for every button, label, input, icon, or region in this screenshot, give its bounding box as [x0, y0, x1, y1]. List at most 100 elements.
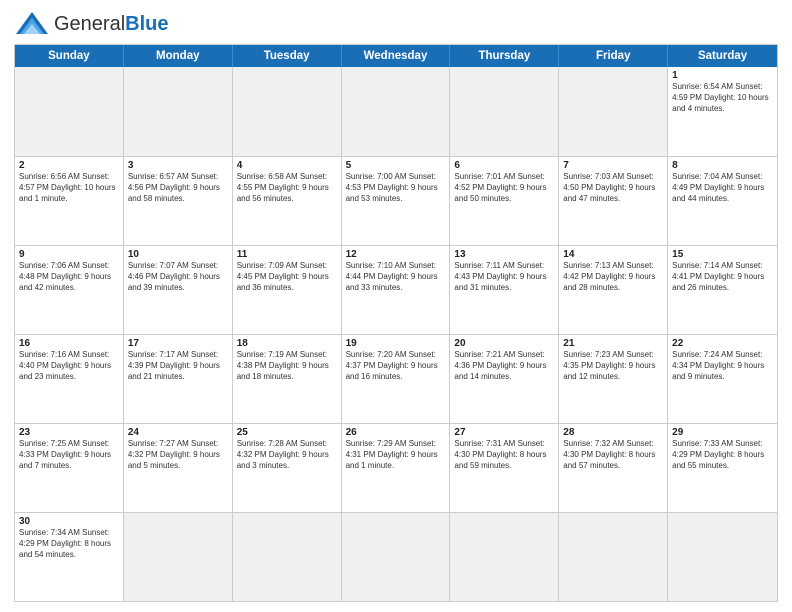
cell-info: Sunrise: 6:54 AM Sunset: 4:59 PM Dayligh… [672, 82, 773, 114]
calendar-body: 1Sunrise: 6:54 AM Sunset: 4:59 PM Daylig… [15, 67, 777, 601]
cell-info: Sunrise: 7:29 AM Sunset: 4:31 PM Dayligh… [346, 439, 446, 471]
calendar-cell: 20Sunrise: 7:21 AM Sunset: 4:36 PM Dayli… [450, 335, 559, 423]
calendar-cell [668, 513, 777, 601]
calendar-cell [233, 67, 342, 156]
calendar-cell: 9Sunrise: 7:06 AM Sunset: 4:48 PM Daylig… [15, 246, 124, 334]
page: GeneralBlue SundayMondayTuesdayWednesday… [0, 0, 792, 612]
calendar-cell: 28Sunrise: 7:32 AM Sunset: 4:30 PM Dayli… [559, 424, 668, 512]
cell-info: Sunrise: 7:25 AM Sunset: 4:33 PM Dayligh… [19, 439, 119, 471]
calendar-cell: 29Sunrise: 7:33 AM Sunset: 4:29 PM Dayli… [668, 424, 777, 512]
cell-info: Sunrise: 7:27 AM Sunset: 4:32 PM Dayligh… [128, 439, 228, 471]
calendar-cell: 27Sunrise: 7:31 AM Sunset: 4:30 PM Dayli… [450, 424, 559, 512]
cell-info: Sunrise: 6:57 AM Sunset: 4:56 PM Dayligh… [128, 172, 228, 204]
calendar-cell [342, 67, 451, 156]
day-number: 14 [563, 249, 663, 260]
day-number: 3 [128, 160, 228, 171]
cell-info: Sunrise: 7:32 AM Sunset: 4:30 PM Dayligh… [563, 439, 663, 471]
calendar-cell: 1Sunrise: 6:54 AM Sunset: 4:59 PM Daylig… [668, 67, 777, 156]
calendar-cell [342, 513, 451, 601]
cell-info: Sunrise: 7:24 AM Sunset: 4:34 PM Dayligh… [672, 350, 773, 382]
cell-info: Sunrise: 7:21 AM Sunset: 4:36 PM Dayligh… [454, 350, 554, 382]
cell-info: Sunrise: 7:17 AM Sunset: 4:39 PM Dayligh… [128, 350, 228, 382]
day-number: 16 [19, 338, 119, 349]
calendar-cell: 16Sunrise: 7:16 AM Sunset: 4:40 PM Dayli… [15, 335, 124, 423]
logo: GeneralBlue [14, 10, 169, 38]
cell-info: Sunrise: 7:16 AM Sunset: 4:40 PM Dayligh… [19, 350, 119, 382]
day-number: 28 [563, 427, 663, 438]
calendar-cell: 2Sunrise: 6:56 AM Sunset: 4:57 PM Daylig… [15, 157, 124, 245]
day-number: 11 [237, 249, 337, 260]
calendar-cell [450, 67, 559, 156]
day-number: 4 [237, 160, 337, 171]
day-number: 26 [346, 427, 446, 438]
calendar-cell: 8Sunrise: 7:04 AM Sunset: 4:49 PM Daylig… [668, 157, 777, 245]
calendar-cell: 25Sunrise: 7:28 AM Sunset: 4:32 PM Dayli… [233, 424, 342, 512]
cell-info: Sunrise: 7:14 AM Sunset: 4:41 PM Dayligh… [672, 261, 773, 293]
cell-info: Sunrise: 7:09 AM Sunset: 4:45 PM Dayligh… [237, 261, 337, 293]
day-number: 15 [672, 249, 773, 260]
calendar-cell [450, 513, 559, 601]
calendar-cell [124, 513, 233, 601]
cell-info: Sunrise: 7:00 AM Sunset: 4:53 PM Dayligh… [346, 172, 446, 204]
day-number: 24 [128, 427, 228, 438]
calendar-row: 23Sunrise: 7:25 AM Sunset: 4:33 PM Dayli… [15, 423, 777, 512]
calendar-cell: 11Sunrise: 7:09 AM Sunset: 4:45 PM Dayli… [233, 246, 342, 334]
header-cell-tuesday: Tuesday [233, 45, 342, 67]
calendar-cell: 18Sunrise: 7:19 AM Sunset: 4:38 PM Dayli… [233, 335, 342, 423]
calendar-cell: 10Sunrise: 7:07 AM Sunset: 4:46 PM Dayli… [124, 246, 233, 334]
calendar-cell: 13Sunrise: 7:11 AM Sunset: 4:43 PM Dayli… [450, 246, 559, 334]
day-number: 5 [346, 160, 446, 171]
calendar-cell: 24Sunrise: 7:27 AM Sunset: 4:32 PM Dayli… [124, 424, 233, 512]
day-number: 29 [672, 427, 773, 438]
calendar-cell: 3Sunrise: 6:57 AM Sunset: 4:56 PM Daylig… [124, 157, 233, 245]
day-number: 13 [454, 249, 554, 260]
calendar-cell: 19Sunrise: 7:20 AM Sunset: 4:37 PM Dayli… [342, 335, 451, 423]
calendar-row: 1Sunrise: 6:54 AM Sunset: 4:59 PM Daylig… [15, 67, 777, 156]
day-number: 21 [563, 338, 663, 349]
calendar-cell: 26Sunrise: 7:29 AM Sunset: 4:31 PM Dayli… [342, 424, 451, 512]
cell-info: Sunrise: 7:31 AM Sunset: 4:30 PM Dayligh… [454, 439, 554, 471]
day-number: 30 [19, 516, 119, 527]
cell-info: Sunrise: 7:28 AM Sunset: 4:32 PM Dayligh… [237, 439, 337, 471]
calendar-cell: 22Sunrise: 7:24 AM Sunset: 4:34 PM Dayli… [668, 335, 777, 423]
calendar-cell: 5Sunrise: 7:00 AM Sunset: 4:53 PM Daylig… [342, 157, 451, 245]
header-cell-monday: Monday [124, 45, 233, 67]
calendar-cell: 6Sunrise: 7:01 AM Sunset: 4:52 PM Daylig… [450, 157, 559, 245]
calendar-cell: 23Sunrise: 7:25 AM Sunset: 4:33 PM Dayli… [15, 424, 124, 512]
calendar-row: 30Sunrise: 7:34 AM Sunset: 4:29 PM Dayli… [15, 512, 777, 601]
cell-info: Sunrise: 7:04 AM Sunset: 4:49 PM Dayligh… [672, 172, 773, 204]
calendar: SundayMondayTuesdayWednesdayThursdayFrid… [14, 44, 778, 602]
day-number: 19 [346, 338, 446, 349]
header-cell-wednesday: Wednesday [342, 45, 451, 67]
day-number: 7 [563, 160, 663, 171]
cell-info: Sunrise: 7:06 AM Sunset: 4:48 PM Dayligh… [19, 261, 119, 293]
cell-info: Sunrise: 7:23 AM Sunset: 4:35 PM Dayligh… [563, 350, 663, 382]
logo-text: GeneralBlue [54, 13, 169, 36]
cell-info: Sunrise: 6:58 AM Sunset: 4:55 PM Dayligh… [237, 172, 337, 204]
calendar-cell: 12Sunrise: 7:10 AM Sunset: 4:44 PM Dayli… [342, 246, 451, 334]
day-number: 10 [128, 249, 228, 260]
day-number: 25 [237, 427, 337, 438]
calendar-cell: 14Sunrise: 7:13 AM Sunset: 4:42 PM Dayli… [559, 246, 668, 334]
day-number: 9 [19, 249, 119, 260]
cell-info: Sunrise: 7:33 AM Sunset: 4:29 PM Dayligh… [672, 439, 773, 471]
calendar-cell: 17Sunrise: 7:17 AM Sunset: 4:39 PM Dayli… [124, 335, 233, 423]
cell-info: Sunrise: 6:56 AM Sunset: 4:57 PM Dayligh… [19, 172, 119, 204]
cell-info: Sunrise: 7:10 AM Sunset: 4:44 PM Dayligh… [346, 261, 446, 293]
calendar-row: 16Sunrise: 7:16 AM Sunset: 4:40 PM Dayli… [15, 334, 777, 423]
day-number: 22 [672, 338, 773, 349]
day-number: 8 [672, 160, 773, 171]
cell-info: Sunrise: 7:13 AM Sunset: 4:42 PM Dayligh… [563, 261, 663, 293]
cell-info: Sunrise: 7:01 AM Sunset: 4:52 PM Dayligh… [454, 172, 554, 204]
day-number: 18 [237, 338, 337, 349]
calendar-cell [559, 513, 668, 601]
header-cell-sunday: Sunday [15, 45, 124, 67]
calendar-cell: 15Sunrise: 7:14 AM Sunset: 4:41 PM Dayli… [668, 246, 777, 334]
cell-info: Sunrise: 7:19 AM Sunset: 4:38 PM Dayligh… [237, 350, 337, 382]
cell-info: Sunrise: 7:34 AM Sunset: 4:29 PM Dayligh… [19, 528, 119, 560]
header-cell-friday: Friday [559, 45, 668, 67]
day-number: 27 [454, 427, 554, 438]
calendar-cell [15, 67, 124, 156]
cell-info: Sunrise: 7:11 AM Sunset: 4:43 PM Dayligh… [454, 261, 554, 293]
calendar-cell [559, 67, 668, 156]
